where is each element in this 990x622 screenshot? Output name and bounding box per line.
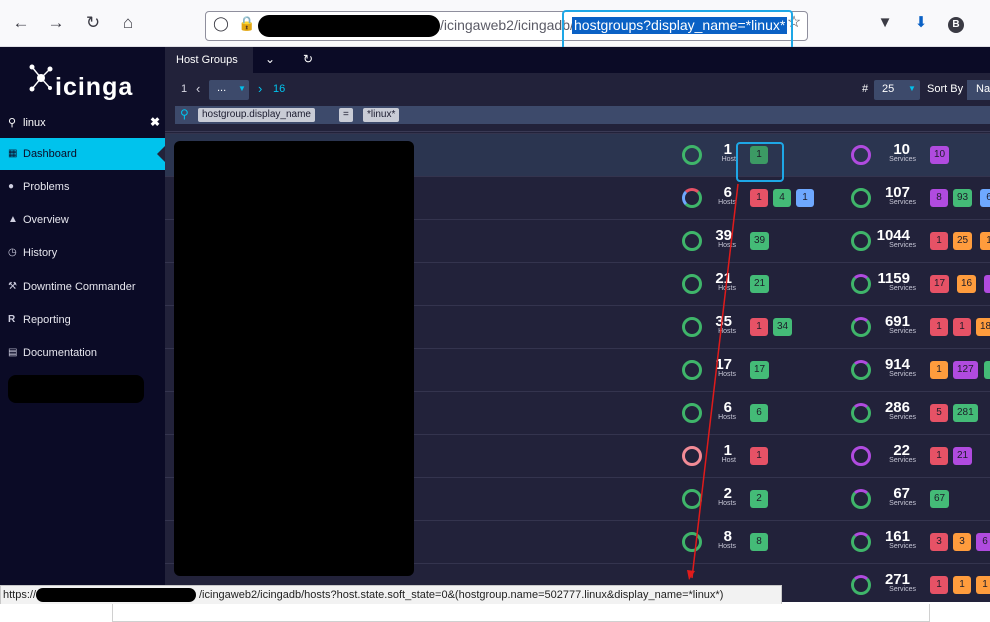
redaction-status [36,588,196,602]
annotation-arrow [687,183,739,580]
status-url-prefix: https:// [3,589,37,601]
status-url: /icingaweb2/icingadb/hosts?host.state.so… [199,589,724,601]
window-bottom [0,604,990,622]
